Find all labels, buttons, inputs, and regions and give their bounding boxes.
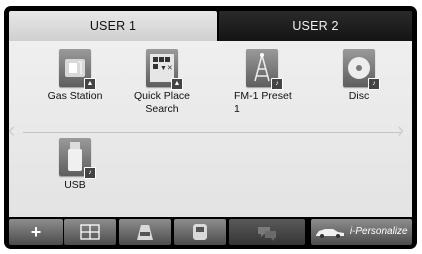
map-badge-icon: ▲: [84, 78, 96, 90]
tab-user-1[interactable]: USER 1: [9, 11, 217, 41]
music-badge-icon: ♪: [368, 78, 380, 90]
scroll-left-arrow[interactable]: ‹: [8, 119, 15, 141]
shortcut-usb[interactable]: ♪ USB: [39, 138, 111, 192]
music-badge-icon: ♪: [271, 78, 283, 90]
svg-text:▼✕: ▼✕: [160, 65, 173, 72]
shortcut-grid: ‹ › ▲ Gas Station ▼✕ ▲ Quick Place Searc…: [8, 41, 412, 217]
shortcut-disc[interactable]: ♪ Disc: [323, 49, 395, 103]
rear-view-camera-icon: [193, 224, 207, 240]
shortcut-label: USB: [64, 179, 86, 191]
front-view-camera-button[interactable]: [119, 219, 171, 245]
chat-button[interactable]: [229, 219, 305, 245]
add-icon: +: [30, 222, 42, 242]
map-badge-icon: ▲: [171, 78, 183, 90]
shortcut-gas-station[interactable]: ▲ Gas Station: [39, 49, 111, 103]
gas-station-icon: ▲: [59, 49, 96, 90]
i-personalize-label: i-Personalize: [349, 226, 408, 237]
shortcut-label: FM-1 Preset 1: [234, 90, 292, 115]
shortcut-label: Quick Place Search: [133, 90, 191, 115]
bottom-toolbar: + i-Personalize: [9, 219, 412, 245]
rear-view-camera-button[interactable]: [174, 219, 226, 245]
scroll-right-arrow[interactable]: ›: [397, 119, 404, 141]
music-badge-icon: ♪: [84, 167, 96, 179]
fm-preset-icon: ♪: [246, 49, 283, 90]
add-button[interactable]: +: [9, 219, 63, 245]
car-icon: [316, 229, 345, 238]
shortcut-label: Gas Station: [47, 90, 103, 102]
row-divider: [23, 132, 401, 133]
move-icon: [80, 224, 100, 240]
tab-user-2[interactable]: USER 2: [219, 11, 412, 41]
shortcut-quick-place-search[interactable]: ▼✕ ▲ Quick Place Search: [126, 49, 198, 116]
front-view-camera-icon: [137, 225, 153, 240]
chat-icon: [258, 227, 276, 241]
shortcut-fm-preset[interactable]: ♪ FM-1 Preset 1: [226, 49, 298, 116]
quick-place-search-icon: ▼✕ ▲: [146, 49, 183, 90]
usb-icon: ♪: [59, 138, 96, 179]
shortcut-label: Disc: [348, 90, 370, 102]
user-tabs: USER 1 USER 2: [9, 11, 412, 41]
screen-frame: USER 1 USER 2 ‹ › ▲ Gas Station ▼✕ ▲ Qui…: [4, 6, 417, 249]
i-personalize-button[interactable]: i-Personalize: [311, 219, 412, 245]
move-button[interactable]: [64, 219, 116, 245]
disc-icon: ♪: [343, 49, 380, 90]
